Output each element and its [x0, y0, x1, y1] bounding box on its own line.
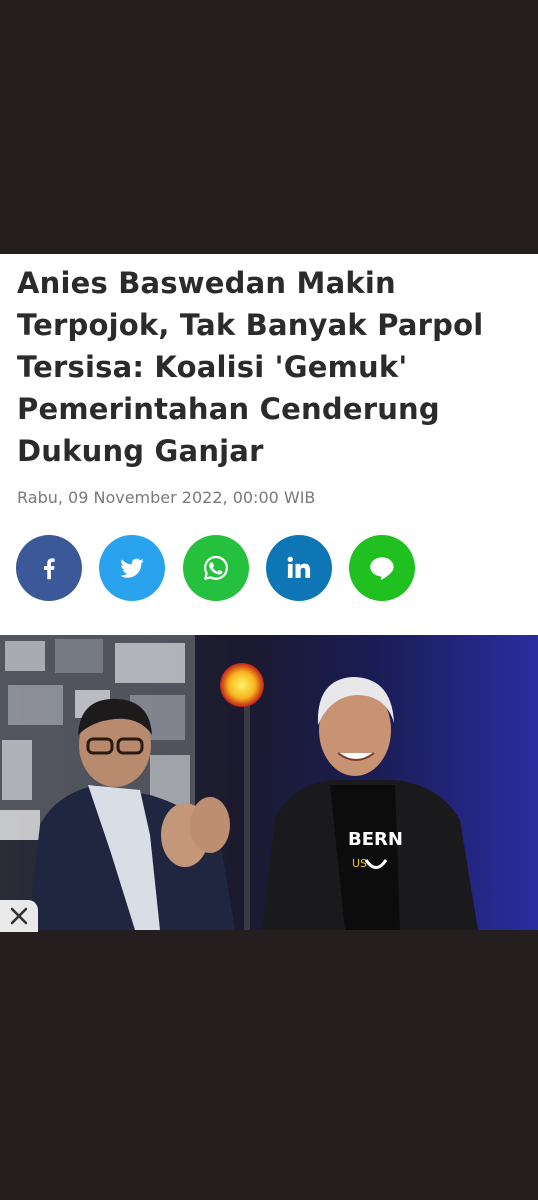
article-photo: BERN US	[0, 635, 538, 930]
shirt-print-text-2: US	[352, 857, 367, 870]
close-ad-button[interactable]	[0, 900, 38, 932]
article-header: Anies Baswedan Makin Terpojok, Tak Banya…	[0, 254, 538, 635]
linkedin-icon	[287, 556, 311, 578]
whatsapp-share-button[interactable]	[183, 535, 249, 601]
close-icon	[10, 907, 28, 925]
twitter-share-button[interactable]	[99, 535, 165, 601]
twitter-icon	[120, 558, 144, 578]
linkedin-share-button[interactable]	[266, 535, 332, 601]
whatsapp-icon	[204, 555, 228, 580]
facebook-icon	[44, 558, 55, 580]
facebook-share-button[interactable]	[16, 535, 82, 601]
line-share-button[interactable]	[349, 535, 415, 601]
top-dark-band	[0, 0, 538, 254]
politicians-photo: BERN US	[0, 635, 538, 930]
line-icon	[370, 557, 394, 580]
article-title: Anies Baswedan Makin Terpojok, Tak Banya…	[17, 266, 484, 468]
bottom-dark-band	[0, 930, 538, 1200]
shirt-print-text: BERN	[348, 829, 403, 850]
article-date: Rabu, 09 November 2022, 00:00 WIB	[17, 488, 316, 507]
